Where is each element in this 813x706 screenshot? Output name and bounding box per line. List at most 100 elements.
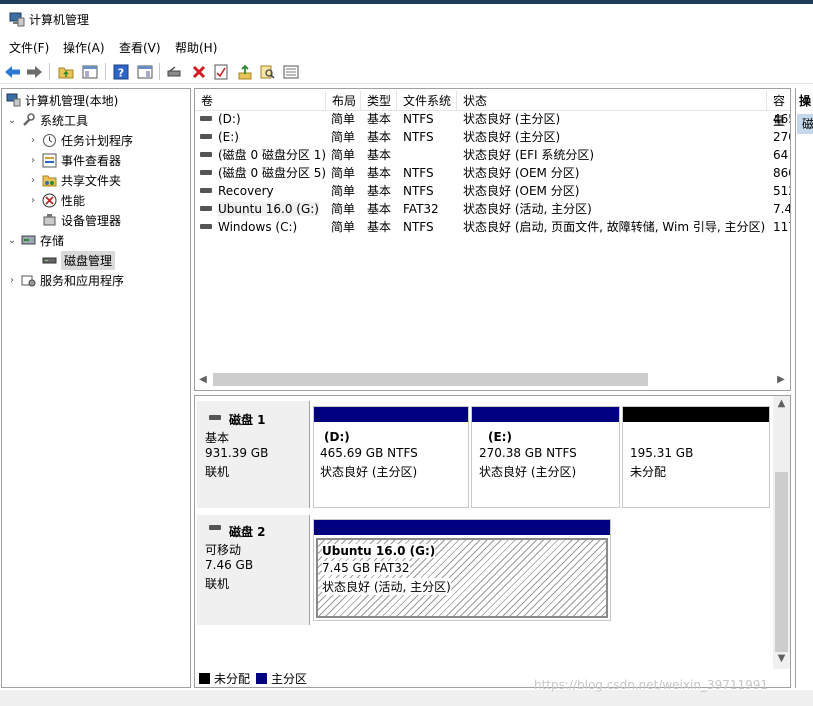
navigation-tree: 计算机管理(本地) ⌄ 系统工具 › 任务计划程序 › 事件查看器 › 共享文件… [1,88,191,688]
disk-graphic-view: 磁盘 1 基本 931.39 GB 联机 (D:) 465.69 GB NTFS… [194,395,791,688]
volume-type: 基本 [367,220,392,234]
column-header-type[interactable]: 类型 [361,91,397,111]
disk-2-info[interactable]: 磁盘 2 可移动 7.46 GB 联机 [197,515,310,625]
menu-file[interactable]: 文件(F) [9,39,49,56]
show-hide-tree-icon[interactable] [80,62,99,81]
tree-item-performance[interactable]: › 性能 [27,190,85,210]
tree-item-system-tools[interactable]: ⌄ 系统工具 [6,110,88,130]
partition-d[interactable]: (D:) 465.69 GB NTFS 状态良好 (主分区) [313,406,469,508]
volume-type: 基本 [367,184,392,198]
volume-layout: 简单 [331,112,356,126]
tree-item-shared-folders[interactable]: › 共享文件夹 [27,170,121,190]
volume-capacity: 465 [773,112,790,126]
volume-layout: 简单 [331,130,356,144]
unallocated-bar [623,407,769,422]
volume-name: (磁盘 0 磁盘分区 1) [218,148,325,162]
delete-icon[interactable] [189,62,208,81]
drive-icon [200,116,212,121]
table-row[interactable]: Recovery 简单 基本 NTFS 状态良好 (OEM 分区) 512 [195,182,790,200]
actions-header: 操 [799,94,812,108]
drive-icon [200,206,212,211]
volume-status: 状态良好 (EFI 系统分区) [463,148,595,162]
disk-name: 磁盘 2 [229,525,266,539]
disk-icon [209,525,221,530]
disk-icon [209,415,221,420]
scroll-right-icon[interactable]: ▶ [773,371,789,388]
table-row[interactable]: (D:) 简单 基本 NTFS 状态良好 (主分区) 465 [195,110,790,128]
scrollbar-thumb[interactable] [213,373,648,386]
column-header-status[interactable]: 状态 [457,91,767,111]
drive-icon [200,152,212,157]
disk-management-icon [41,252,57,268]
chevron-down-icon[interactable]: ⌄ [6,235,18,246]
volume-layout: 简单 [331,148,356,162]
partition-e[interactable]: (E:) 270.38 GB NTFS 状态良好 (主分区) [471,406,620,508]
menu-bar: 文件(F) 操作(A) 查看(V) 帮助(H) [0,36,813,57]
column-header-capacity[interactable]: 容量 [767,91,790,128]
chevron-right-icon[interactable]: › [27,135,39,146]
partition-label: (D:) [324,430,350,444]
vertical-scrollbar[interactable]: ▲ ▼ [773,396,790,669]
volume-layout: 简单 [331,184,356,198]
tree-item-services-apps[interactable]: › 服务和应用程序 [6,270,124,290]
volume-capacity: 512 [773,184,790,198]
menu-help[interactable]: 帮助(H) [175,39,217,56]
menu-action[interactable]: 操作(A) [63,39,105,56]
tree-item-event-viewer[interactable]: › 事件查看器 [27,150,121,170]
partition-size: 195.31 GB [630,446,694,460]
scroll-left-icon[interactable]: ◀ [195,371,211,388]
table-row[interactable]: Windows (C:) 简单 基本 NTFS 状态良好 (启动, 页面文件, … [195,218,790,236]
disk-state: 联机 [205,577,230,591]
show-hide-action-icon[interactable] [135,62,154,81]
scroll-down-icon[interactable]: ▼ [773,651,790,667]
disk-1-info[interactable]: 磁盘 1 基本 931.39 GB 联机 [197,401,310,508]
table-row[interactable]: (磁盘 0 磁盘分区 1) 简单 基本 状态良好 (EFI 系统分区) 64 [195,146,790,164]
drive-icon [200,188,212,193]
tree-item-storage[interactable]: ⌄ 存储 [6,230,64,250]
connect-drive-icon[interactable] [165,62,184,81]
up-folder-icon[interactable] [56,62,75,81]
column-header-volume[interactable]: 卷 [195,91,326,111]
tree-label: 事件查看器 [61,153,122,168]
volume-name: (磁盘 0 磁盘分区 5) [218,166,325,180]
tree-label: 共享文件夹 [61,173,122,188]
volume-type: 基本 [367,166,392,180]
disk-size: 7.46 GB [205,558,254,572]
column-header-layout[interactable]: 布局 [326,91,361,111]
column-header-filesystem[interactable]: 文件系统 [397,91,457,111]
forward-arrow-icon[interactable] [25,62,44,81]
primary-swatch [256,672,268,684]
table-row[interactable]: (磁盘 0 磁盘分区 5) 简单 基本 NTFS 状态良好 (OEM 分区) 8… [195,164,790,182]
tree-item-task-scheduler[interactable]: › 任务计划程序 [27,130,133,150]
details-icon[interactable] [281,62,300,81]
actions-item-disk-management[interactable]: 磁 [797,114,813,134]
chevron-right-icon[interactable]: › [27,155,39,166]
partition-label: (E:) [488,430,512,444]
menu-view[interactable]: 查看(V) [119,39,161,56]
search-icon[interactable] [257,62,276,81]
import-icon[interactable] [235,62,254,81]
table-row[interactable]: Ubuntu 16.0 (G:) 简单 基本 FAT32 状态良好 (活动, 主… [195,200,790,218]
chevron-right-icon[interactable]: › [27,175,39,186]
partition-unallocated[interactable]: 195.31 GB 未分配 [622,406,770,508]
tree-item-root[interactable]: 计算机管理(本地) [5,90,118,110]
volume-type: 基本 [367,148,392,162]
help-icon[interactable]: ? [111,62,130,81]
volume-type: 基本 [367,202,392,216]
chevron-right-icon[interactable]: › [6,275,18,286]
chevron-down-icon[interactable]: ⌄ [6,115,18,126]
partition-g[interactable]: Ubuntu 16.0 (G:) 7.45 GB FAT32 状态良好 (活动,… [313,519,611,621]
properties-icon[interactable] [211,62,230,81]
volume-list-header: 卷 布局 类型 文件系统 状态 容量 [195,91,790,128]
volume-filesystem: NTFS [403,184,434,198]
scroll-up-icon[interactable]: ▲ [773,396,790,412]
tree-item-disk-management[interactable]: 磁盘管理 [41,250,116,270]
tree-item-device-manager[interactable]: 设备管理器 [41,210,121,230]
primary-partition-bar [472,407,619,422]
chevron-right-icon[interactable]: › [27,195,39,206]
scrollbar-thumb[interactable] [775,472,788,652]
horizontal-scrollbar[interactable]: ◀ ▶ [195,371,790,388]
table-row[interactable]: (E:) 简单 基本 NTFS 状态良好 (主分区) 270 [195,128,790,146]
back-arrow-icon[interactable] [3,62,22,81]
toolbar-separator [49,63,50,80]
